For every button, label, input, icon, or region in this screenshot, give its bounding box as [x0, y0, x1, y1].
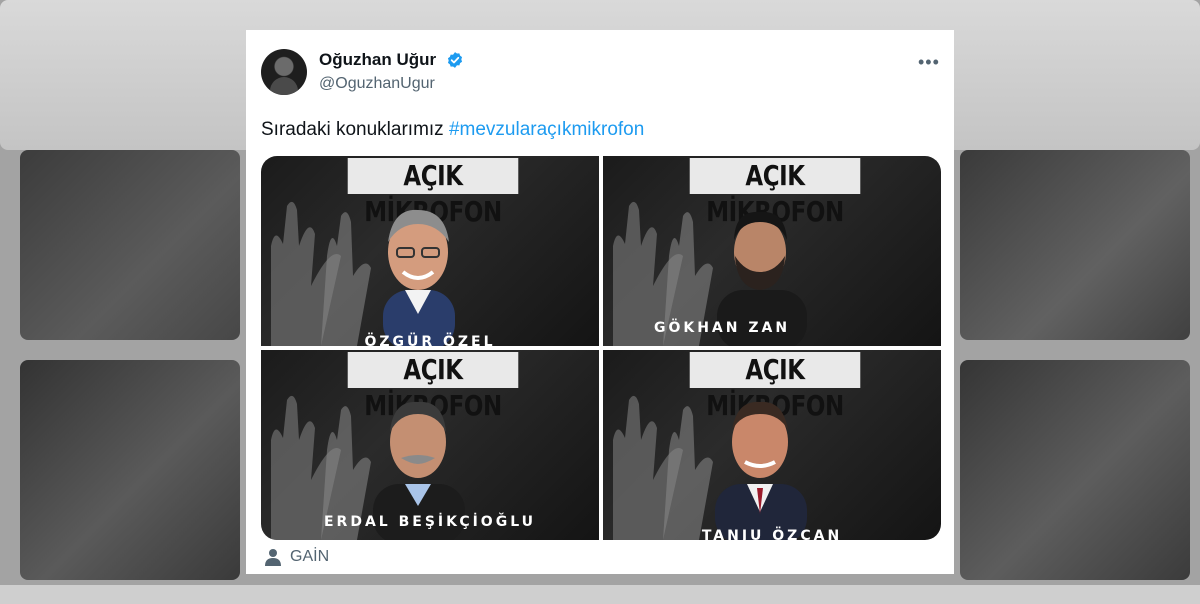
more-options-icon[interactable]: ••• [918, 52, 940, 73]
tile-banner: AÇIK MİKROFON [347, 158, 519, 228]
tile-banner: AÇIK MİKROFON [689, 158, 861, 228]
guest-portrait [383, 209, 455, 346]
background-left-image-bottom [20, 360, 240, 580]
media-tile[interactable]: AÇIK MİKROFON TANJU ÖZCAN [603, 350, 941, 540]
background-bottom-strip [0, 585, 1200, 604]
guest-name-caption: ÖZGÜR ÖZEL [364, 334, 496, 346]
media-credit: GAİN [264, 545, 329, 569]
author-handle[interactable]: @OguzhanUgur [319, 75, 435, 93]
credit-label[interactable]: GAİN [290, 548, 329, 566]
tile-banner: AÇIK MİKROFON [689, 352, 861, 422]
author-name[interactable]: Oğuzhan Uğur [319, 50, 436, 70]
verified-badge-icon [447, 52, 463, 68]
tile-banner: AÇIK MİKROFON [347, 352, 519, 422]
guest-name-caption: GÖKHAN ZAN [653, 320, 791, 336]
background-right-image-top [960, 150, 1190, 340]
guest-name-caption: ERDAL BEŞİKÇİOĞLU [323, 514, 536, 530]
guest-name-caption: TANJU ÖZCAN [701, 528, 843, 540]
media-tile[interactable]: AÇIK MİKROFON ÖZGÜR ÖZEL [261, 156, 599, 346]
hashtag-link[interactable]: #mevzularaçıkmikrofon [449, 119, 644, 140]
user-icon [265, 549, 281, 566]
tweet-text: Sıradaki konuklarımız #mevzularaçıkmikro… [261, 119, 644, 141]
author-avatar[interactable] [261, 49, 307, 95]
tweet-card: Oğuzhan Uğur @OguzhanUgur ••• Sıradaki k… [246, 30, 954, 574]
media-tile[interactable]: AÇIK MİKROFON GÖKHAN ZAN [603, 156, 941, 346]
guest-portrait [715, 401, 807, 540]
tweet-body: Sıradaki konuklarımız [261, 119, 449, 140]
background-left-image-top [20, 150, 240, 340]
media-grid: AÇIK MİKROFON ÖZGÜR ÖZEL AÇIK MİKROFON G… [261, 156, 941, 540]
media-tile[interactable]: AÇIK MİKROFON ERDAL BEŞİKÇİOĞLU [261, 350, 599, 540]
background-right-image-bottom [960, 360, 1190, 580]
